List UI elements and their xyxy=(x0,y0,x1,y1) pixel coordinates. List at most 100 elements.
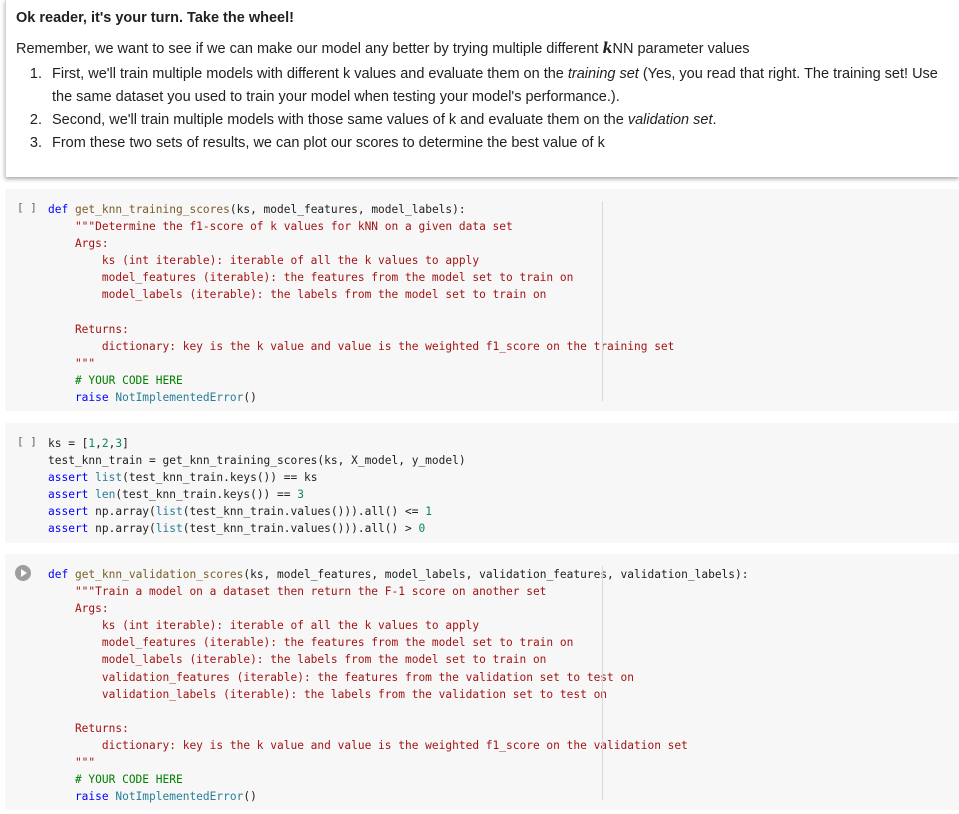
code-token: model_features (iterable): the features … xyxy=(48,636,574,650)
code-line: def get_knn_validation_scores(ks, model_… xyxy=(48,566,749,583)
code-line: """ xyxy=(48,355,674,372)
code-token: len xyxy=(95,488,116,502)
step-item: First, we'll train multiple models with … xyxy=(46,63,951,109)
step-item: Second, we'll train multiple models with… xyxy=(46,109,951,132)
code-editor[interactable]: def get_knn_validation_scores(ks, model_… xyxy=(48,566,749,805)
code-token: test_knn_train = get_knn_training_scores… xyxy=(48,454,466,468)
code-line: assert list(test_knn_train.keys()) == ks xyxy=(48,469,466,486)
code-line: raise NotImplementedError() xyxy=(48,389,674,406)
code-token: 1 xyxy=(425,505,432,519)
code-token: def xyxy=(48,568,75,581)
run-cell-button[interactable]: [ ] xyxy=(17,435,37,448)
code-token: np.array( xyxy=(95,522,156,536)
code-token: Returns: xyxy=(48,322,129,336)
code-line: dictionary: key is the k value and value… xyxy=(48,338,675,355)
code-line: def get_knn_training_scores(ks, model_fe… xyxy=(48,201,674,218)
code-token: 0 xyxy=(418,522,426,536)
code-token: () xyxy=(243,391,257,405)
code-token: list xyxy=(155,522,183,536)
step-text-tail: . xyxy=(712,112,717,128)
intro-before: Remember, we want to see if we can make … xyxy=(16,41,603,57)
code-token: ks = [ xyxy=(48,437,89,450)
code-line: model_labels (iterable): the labels from… xyxy=(48,651,749,668)
code-token: (ks, model_features, model_labels, valid… xyxy=(243,568,749,581)
code-line: # YOUR CODE HERE xyxy=(48,372,674,389)
code-token: validation_features (iterable): the feat… xyxy=(48,670,634,684)
code-editor[interactable]: def get_knn_training_scores(ks, model_fe… xyxy=(48,201,674,406)
step-emphasis: validation set xyxy=(627,112,713,128)
steps-list: First, we'll train multiple models with … xyxy=(16,63,951,155)
code-token: Returns: xyxy=(48,721,129,735)
line-length-ruler xyxy=(602,201,603,401)
code-token: assert xyxy=(48,488,96,502)
code-line: validation_features (iterable): the feat… xyxy=(48,669,749,686)
code-token: np.array( xyxy=(95,505,156,519)
code-token: """Determine the f1-score of k values fo… xyxy=(48,220,513,234)
code-line: dictionary: key is the k value and value… xyxy=(48,737,749,754)
code-token: list xyxy=(155,505,183,519)
code-token: NotImplementedError xyxy=(115,391,244,405)
code-token: model_labels (iterable): the labels from… xyxy=(48,653,547,667)
code-editor[interactable]: ks = [1,2,3] test_knn_train = get_knn_tra… xyxy=(48,435,466,538)
code-line: Args: xyxy=(48,600,749,617)
code-token: assert xyxy=(48,522,96,536)
code-line: model_labels (iterable): the labels from… xyxy=(48,286,674,303)
code-token: model_features (iterable): the features … xyxy=(48,271,574,285)
code-token: (test_knn_train.keys()) == ks xyxy=(122,471,318,485)
markdown-cell[interactable]: Ok reader, it's your turn. Take the whee… xyxy=(5,0,959,177)
step-item: From these two sets of results, we can p… xyxy=(46,132,951,155)
code-token: """ xyxy=(48,756,96,770)
code-token: get_knn_validation_scores xyxy=(74,568,244,581)
intro-k: k xyxy=(602,40,613,57)
code-token: # YOUR CODE HERE xyxy=(48,373,183,387)
code-line: ks (int iterable): iterable of all the k… xyxy=(48,252,674,269)
code-token: ks (int iterable): iterable of all the k… xyxy=(48,619,480,633)
code-token: NotImplementedError xyxy=(115,790,244,804)
code-line: """Train a model on a dataset then retur… xyxy=(48,583,749,600)
code-token: dictionary: key is the k value and value… xyxy=(48,339,675,353)
intro-text: Remember, we want to see if we can make … xyxy=(16,40,750,57)
code-token: Args: xyxy=(48,237,109,251)
code-token: def xyxy=(48,203,75,216)
code-line: test_knn_train = get_knn_training_scores… xyxy=(48,452,466,469)
code-line: Args: xyxy=(48,235,674,252)
code-token: (ks, model_features, model_labels): xyxy=(229,203,466,216)
code-line: """ xyxy=(48,754,749,771)
code-line: model_features (iterable): the features … xyxy=(48,634,749,651)
code-token: dictionary: key is the k value and value… xyxy=(48,738,688,752)
code-token: # YOUR CODE HERE xyxy=(48,773,183,787)
code-token: 3 xyxy=(297,488,304,502)
code-token: () xyxy=(243,790,257,804)
code-line: assert len(test_knn_train.keys()) == 3 xyxy=(48,486,466,503)
code-token: (test_knn_train.values())).all() > xyxy=(182,522,419,536)
code-line: # YOUR CODE HERE xyxy=(48,771,749,788)
code-token: """ xyxy=(48,356,96,370)
code-token: validation_labels (iterable): the labels… xyxy=(48,687,608,701)
step-text: From these two sets of results, we can p… xyxy=(52,135,605,151)
code-token: assert xyxy=(48,505,96,519)
code-cell-validation-scores[interactable]: def get_knn_validation_scores(ks, model_… xyxy=(5,554,959,810)
code-token: raise xyxy=(48,790,116,804)
code-line: model_features (iterable): the features … xyxy=(48,269,674,286)
code-token: model_labels (iterable): the labels from… xyxy=(48,288,547,302)
code-token: , xyxy=(95,437,102,450)
code-line: validation_labels (iterable): the labels… xyxy=(48,686,749,703)
code-line: Returns: xyxy=(48,321,674,338)
code-line: """Determine the f1-score of k values fo… xyxy=(48,218,674,235)
step-text: First, we'll train multiple models with … xyxy=(52,66,568,82)
code-token: ks (int iterable): iterable of all the k… xyxy=(48,254,480,268)
code-token: """Train a model on a dataset then retur… xyxy=(48,585,547,599)
code-token: assert xyxy=(48,471,96,485)
step-text: Second, we'll train multiple models with… xyxy=(52,112,628,128)
run-cell-button[interactable]: [ ] xyxy=(17,201,37,214)
code-token: 2 xyxy=(101,437,109,450)
step-emphasis: training set xyxy=(567,66,639,82)
code-token: (test_knn_train.values())).all() <= xyxy=(182,505,426,519)
code-cell-training-scores[interactable]: [ ] def get_knn_training_scores(ks, mode… xyxy=(5,189,959,411)
code-cell-training-tests[interactable]: [ ] ks = [1,2,3] test_knn_train = get_knn… xyxy=(5,423,959,543)
code-token: get_knn_training_scores xyxy=(74,203,230,216)
line-length-ruler xyxy=(602,566,603,800)
run-cell-play-icon[interactable] xyxy=(15,565,31,581)
